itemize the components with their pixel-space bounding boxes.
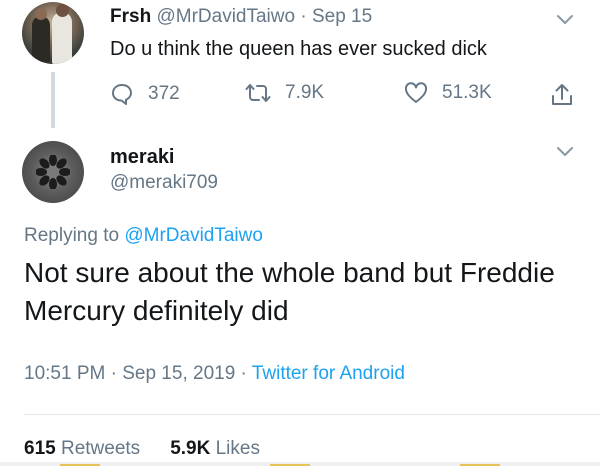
share-button[interactable]: [550, 82, 588, 108]
sunflower-icon: [36, 155, 70, 189]
avatar[interactable]: [22, 141, 84, 203]
likes-stat[interactable]: 5.9K Likes: [170, 438, 260, 459]
tweet-source-link[interactable]: Twitter for Android: [252, 363, 405, 384]
parent-tweet-header: Frsh @MrDavidTaiwo · Sep 15: [110, 6, 372, 28]
retweets-stat[interactable]: 615 Retweets: [24, 438, 140, 459]
replying-to-mention[interactable]: @MrDavidTaiwo: [124, 225, 263, 246]
tweet-date[interactable]: Sep 15: [312, 6, 372, 27]
handle[interactable]: @MrDavidTaiwo: [156, 6, 295, 27]
likes-count: 5.9K: [170, 438, 211, 459]
likes-label: Likes: [215, 438, 260, 459]
replying-to-label: Replying to: [24, 225, 125, 246]
retweet-count: 7.9K: [285, 82, 325, 103]
avatar[interactable]: [22, 2, 84, 64]
parent-tweet-actions: 372 7.9K 51.3K: [0, 82, 600, 112]
retweets-count: 615: [24, 438, 56, 459]
separator: ·: [240, 363, 247, 384]
replying-to-line: Replying to @MrDavidTaiwo: [24, 225, 263, 247]
tweet-screenshot: Frsh @MrDavidTaiwo · Sep 15 Do u think t…: [0, 0, 600, 466]
heart-icon: [404, 82, 428, 103]
tweet-stats: 615 Retweets 5.9K Likes: [24, 438, 260, 460]
tweet-time[interactable]: 10:51 PM: [24, 363, 105, 384]
like-button[interactable]: 51.3K: [404, 82, 492, 104]
display-name[interactable]: meraki: [110, 146, 175, 169]
separator: ·: [300, 6, 307, 27]
parent-tweet-text: Do u think the queen has ever sucked dic…: [110, 38, 487, 60]
reply-icon: [112, 84, 132, 105]
retweet-icon: [245, 84, 271, 102]
reply-tweet-text: Not sure about the whole band but Freddi…: [24, 257, 555, 326]
display-name[interactable]: Frsh: [110, 6, 151, 27]
tweet-date[interactable]: Sep 15, 2019: [122, 363, 235, 384]
reply-button[interactable]: 372: [110, 82, 180, 106]
tweet-metadata: 10:51 PM · Sep 15, 2019 · Twitter for An…: [24, 363, 405, 385]
share-icon: [552, 84, 572, 105]
reply-count: 372: [148, 83, 180, 104]
bottom-edge: [0, 462, 600, 466]
retweet-button[interactable]: 7.9K: [245, 82, 324, 104]
like-count: 51.3K: [442, 82, 492, 103]
chevron-down-icon[interactable]: [556, 14, 574, 26]
divider: [24, 414, 600, 415]
handle[interactable]: @meraki709: [110, 172, 218, 194]
chevron-down-icon[interactable]: [556, 146, 574, 158]
retweets-label: Retweets: [60, 438, 141, 459]
separator: ·: [110, 363, 117, 384]
